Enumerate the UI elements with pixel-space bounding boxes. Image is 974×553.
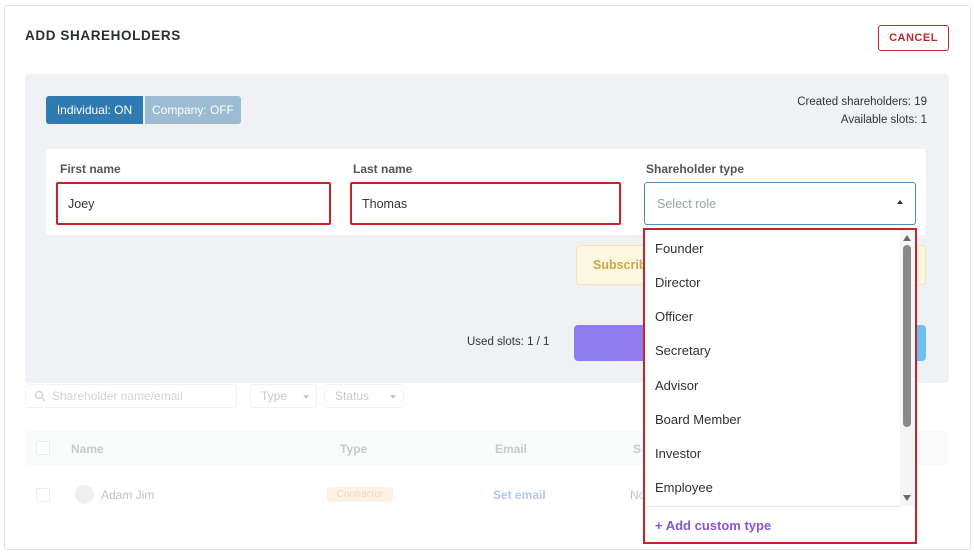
shareholder-type-label: Shareholder type [646, 162, 745, 176]
option-investor[interactable]: Investor [655, 446, 701, 461]
shareholder-type-dropdown: Founder Director Officer Secretary Advis… [643, 228, 917, 544]
individual-toggle[interactable]: Individual: ON [46, 96, 143, 124]
option-secretary[interactable]: Secretary [655, 343, 711, 358]
status-filter-label: Status [335, 389, 370, 403]
option-advisor[interactable]: Advisor [655, 378, 698, 393]
search-input[interactable]: Shareholder name/email [25, 384, 237, 408]
column-header-name[interactable]: Name [71, 442, 104, 456]
search-icon [34, 390, 46, 402]
column-header-type[interactable]: Type [340, 442, 367, 456]
subscription-notice-text: Subscrib [593, 258, 647, 272]
dropdown-divider [645, 506, 901, 507]
created-shareholders-count: Created shareholders: 19 [797, 96, 927, 108]
option-officer[interactable]: Officer [655, 309, 693, 324]
avatar [75, 485, 94, 504]
shareholder-type-select[interactable]: Select role [644, 182, 916, 225]
type-filter-label: Type [261, 389, 288, 403]
cancel-button[interactable]: CANCEL [878, 25, 949, 51]
set-email-link[interactable]: Set email [493, 488, 546, 502]
type-filter[interactable]: Type [250, 384, 317, 408]
last-name-label: Last name [353, 162, 413, 176]
first-name-label: First name [60, 162, 121, 176]
row-checkbox[interactable] [36, 488, 50, 502]
used-slots-text: Used slots: 1 / 1 [467, 336, 550, 348]
caret-down-icon [390, 395, 396, 399]
company-toggle[interactable]: Company: OFF [145, 96, 241, 124]
option-board-member[interactable]: Board Member [655, 412, 741, 427]
slot-stats: Created shareholders: 19 Available slots… [797, 93, 927, 129]
type-badge: Contractor [327, 487, 393, 502]
search-placeholder: Shareholder name/email [52, 389, 183, 403]
last-name-input[interactable]: Thomas [350, 182, 621, 225]
option-director[interactable]: Director [655, 275, 701, 290]
scroll-thumb[interactable] [903, 245, 911, 427]
page-title: ADD SHAREHOLDERS [25, 28, 181, 43]
column-header-status[interactable]: S [633, 442, 641, 456]
row-name: Adam Jim [101, 488, 155, 502]
status-filter[interactable]: Status [324, 384, 404, 408]
chevron-up-icon [897, 200, 903, 204]
dropdown-scrollbar[interactable] [900, 230, 914, 506]
select-all-checkbox[interactable] [36, 441, 50, 455]
add-custom-type-button[interactable]: + Add custom type [655, 518, 771, 533]
available-slots-count: Available slots: 1 [840, 114, 927, 126]
option-founder[interactable]: Founder [655, 241, 703, 256]
option-employee[interactable]: Employee [655, 480, 713, 495]
scroll-down-arrow-icon[interactable] [903, 495, 911, 501]
column-header-email[interactable]: Email [495, 442, 527, 456]
shareholder-type-placeholder: Select role [657, 196, 717, 211]
scroll-up-arrow-icon[interactable] [903, 235, 911, 241]
caret-down-icon [303, 395, 309, 399]
first-name-input[interactable]: Joey [56, 182, 331, 225]
